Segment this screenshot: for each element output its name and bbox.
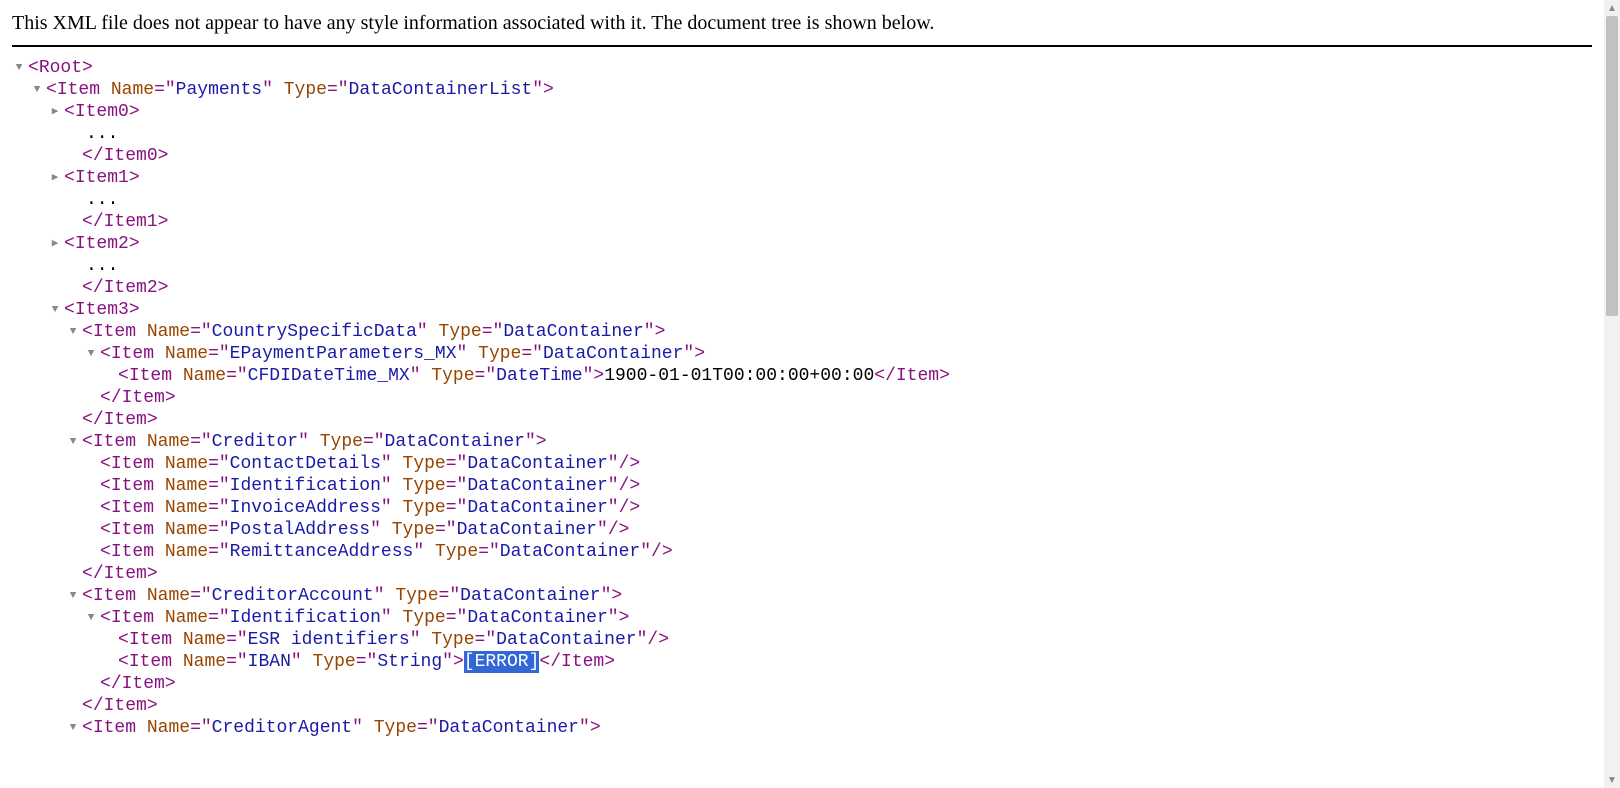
chevron-right-icon[interactable]: ▶ xyxy=(48,233,62,255)
esr-identifiers-node[interactable]: <Item Name="ESR identifiers" Type="DataC… xyxy=(12,629,1592,651)
cfdi-datetime-node[interactable]: <Item Name="CFDIDateTime_MX" Type="DateT… xyxy=(12,365,1592,387)
chevron-down-icon[interactable]: ▼ xyxy=(48,299,62,321)
item1-close: </Item1> xyxy=(12,211,1592,233)
csd-close: </Item> xyxy=(12,409,1592,431)
chevron-down-icon[interactable]: ▼ xyxy=(66,585,80,607)
no-style-message: This XML file does not appear to have an… xyxy=(12,8,1592,47)
creditor-child-node[interactable]: <Item Name="InvoiceAddress" Type="DataCo… xyxy=(12,497,1592,519)
creditor-account-node[interactable]: ▼ <Item Name="CreditorAccount" Type="Dat… xyxy=(12,585,1592,607)
payments-node[interactable]: ▼ <Item Name="Payments" Type="DataContai… xyxy=(12,79,1592,101)
scroll-up-icon[interactable]: ▲ xyxy=(1604,0,1620,16)
chevron-down-icon[interactable]: ▼ xyxy=(12,57,26,79)
creditor-close: </Item> xyxy=(12,563,1592,585)
epayment-close: </Item> xyxy=(12,387,1592,409)
creditor-node[interactable]: ▼ <Item Name="Creditor" Type="DataContai… xyxy=(12,431,1592,453)
item2-close: </Item2> xyxy=(12,277,1592,299)
item0-close: </Item0> xyxy=(12,145,1592,167)
scroll-down-icon[interactable]: ▼ xyxy=(1604,772,1620,788)
cfdi-value: 1900-01-01T00:00:00+00:00 xyxy=(604,365,874,387)
item1-ellipsis: ... xyxy=(12,189,1592,211)
vertical-scrollbar[interactable]: ▲ ▼ xyxy=(1604,0,1620,788)
creditor-account-close: </Item> xyxy=(12,695,1592,717)
creditor-child-node[interactable]: <Item Name="ContactDetails" Type="DataCo… xyxy=(12,453,1592,475)
scrollbar-thumb[interactable] xyxy=(1606,16,1618,316)
chevron-right-icon[interactable]: ▶ xyxy=(48,167,62,189)
identification-close: </Item> xyxy=(12,673,1592,695)
creditor-child-node[interactable]: <Item Name="RemittanceAddress" Type="Dat… xyxy=(12,541,1592,563)
iban-error-value[interactable]: [ERROR] xyxy=(464,651,540,673)
chevron-down-icon[interactable]: ▼ xyxy=(84,343,98,365)
epayment-params-node[interactable]: ▼ <Item Name="EPaymentParameters_MX" Typ… xyxy=(12,343,1592,365)
scrollbar-track[interactable] xyxy=(1604,16,1620,772)
chevron-down-icon[interactable]: ▼ xyxy=(66,717,80,739)
chevron-right-icon[interactable]: ▶ xyxy=(48,101,62,123)
item0-open[interactable]: ▶ <Item0> xyxy=(12,101,1592,123)
item1-open[interactable]: ▶ <Item1> xyxy=(12,167,1592,189)
item3-open[interactable]: ▼ <Item3> xyxy=(12,299,1592,321)
root-node[interactable]: ▼ <Root> xyxy=(12,57,1592,79)
chevron-down-icon[interactable]: ▼ xyxy=(66,321,80,343)
xml-tree-viewport[interactable]: This XML file does not appear to have an… xyxy=(0,0,1604,788)
item0-ellipsis: ... xyxy=(12,123,1592,145)
iban-node[interactable]: <Item Name="IBAN" Type="String">[ERROR]<… xyxy=(12,651,1592,673)
creditor-agent-node[interactable]: ▼ <Item Name="CreditorAgent" Type="DataC… xyxy=(12,717,1592,739)
xml-tree: ▼ <Root> ▼ <Item Name="Payments" Type="D… xyxy=(12,57,1592,739)
creditor-child-node[interactable]: <Item Name="Identification" Type="DataCo… xyxy=(12,475,1592,497)
identification-node[interactable]: ▼ <Item Name="Identification" Type="Data… xyxy=(12,607,1592,629)
item2-open[interactable]: ▶ <Item2> xyxy=(12,233,1592,255)
chevron-down-icon[interactable]: ▼ xyxy=(66,431,80,453)
item2-ellipsis: ... xyxy=(12,255,1592,277)
creditor-child-node[interactable]: <Item Name="PostalAddress" Type="DataCon… xyxy=(12,519,1592,541)
chevron-down-icon[interactable]: ▼ xyxy=(30,79,44,101)
country-specific-data-node[interactable]: ▼ <Item Name="CountrySpecificData" Type=… xyxy=(12,321,1592,343)
chevron-down-icon[interactable]: ▼ xyxy=(84,607,98,629)
